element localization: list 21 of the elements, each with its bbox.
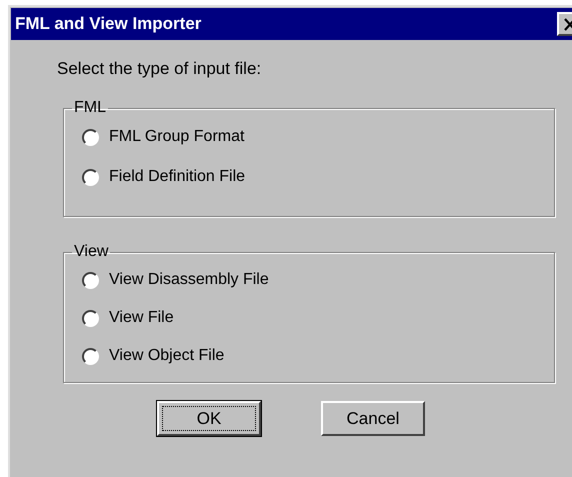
radio-option[interactable]: Field Definition File xyxy=(82,157,246,197)
ok-button[interactable]: OK xyxy=(157,401,261,436)
radio-option[interactable]: FML Group Format xyxy=(82,117,244,157)
group-label: FML xyxy=(73,99,107,117)
radio-button[interactable] xyxy=(82,348,99,364)
option-label: View Disassembly File xyxy=(109,271,269,289)
window-title: FML and View Importer xyxy=(15,14,202,34)
radio-button[interactable] xyxy=(82,272,99,288)
radio-button[interactable] xyxy=(82,168,99,186)
group-label: View xyxy=(73,243,110,261)
option-label: Field Definition File xyxy=(109,168,246,186)
cancel-button[interactable]: Cancel xyxy=(321,401,425,436)
prompt-text: Select the type of input file: xyxy=(57,59,262,79)
option-label: View File xyxy=(109,309,174,327)
radio-button[interactable] xyxy=(82,310,99,326)
radio-button[interactable] xyxy=(82,128,99,146)
radio-option[interactable]: View Disassembly File xyxy=(82,261,269,299)
radio-option[interactable]: View Object File xyxy=(82,337,224,375)
option-label: View Object File xyxy=(109,347,224,365)
option-label: FML Group Format xyxy=(109,128,244,146)
radio-option[interactable]: View File xyxy=(82,299,174,337)
